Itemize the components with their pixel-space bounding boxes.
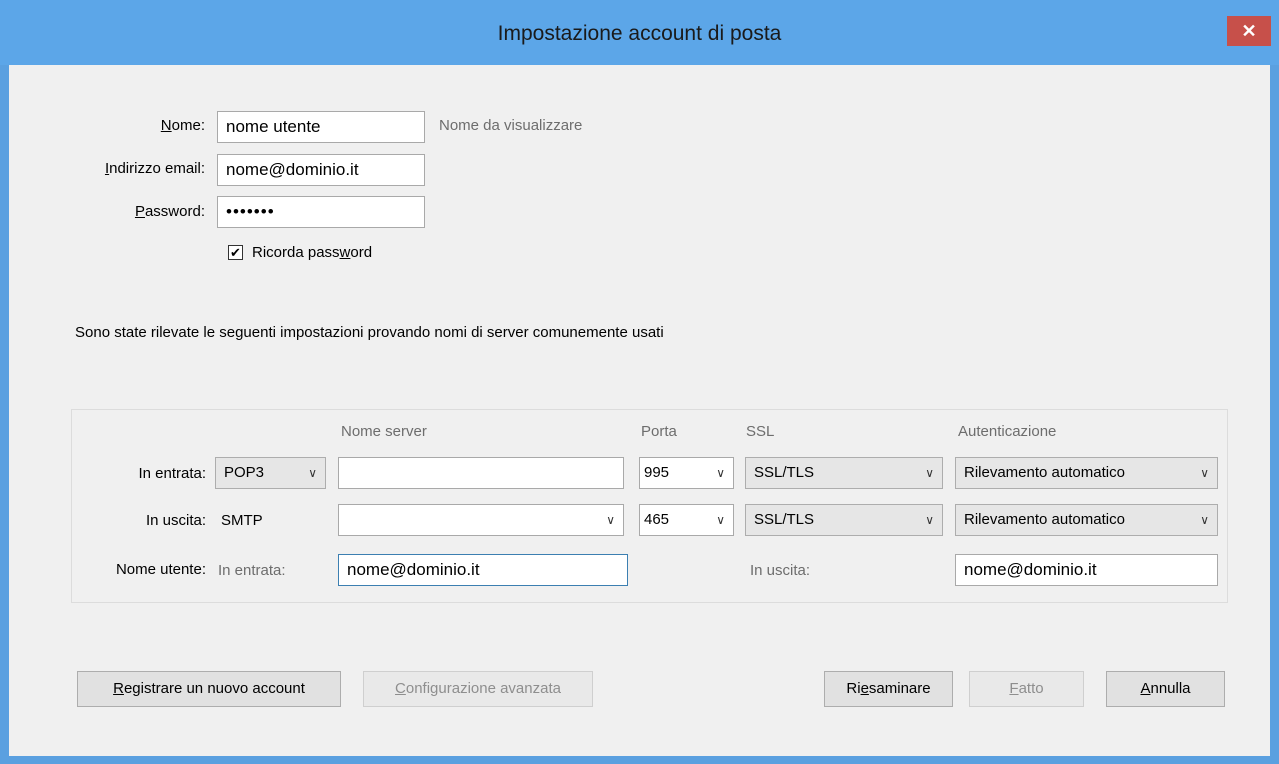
outgoing-label: In uscita: <box>145 512 206 529</box>
password-label: Password: <box>134 203 205 220</box>
chevron-down-icon: ∨ <box>716 513 725 527</box>
outgoing-ssl-value: SSL/TLS <box>754 511 815 528</box>
chevron-down-icon: ∨ <box>1200 513 1209 527</box>
advanced-config-button[interactable]: Configurazione avanzata <box>363 671 593 707</box>
incoming-server-input[interactable] <box>338 457 624 489</box>
header-port: Porta <box>641 423 677 440</box>
title-bar[interactable]: Impostazione account di posta ✕ <box>0 0 1279 65</box>
chevron-down-icon: ∨ <box>925 466 934 480</box>
header-ssl: SSL <box>746 423 775 440</box>
incoming-auth-select[interactable]: Rilevamento automatico ∨ <box>955 457 1218 489</box>
close-icon: ✕ <box>1241 21 1257 41</box>
outgoing-ssl-select[interactable]: SSL/TLS ∨ <box>745 504 943 536</box>
retest-button[interactable]: Riesaminare <box>824 671 953 707</box>
detected-settings-message: Sono state rilevate le seguenti impostaz… <box>75 324 664 341</box>
incoming-protocol-value: POP3 <box>224 464 265 481</box>
username-outgoing-label: In uscita: <box>750 562 811 579</box>
incoming-label: In entrata: <box>138 465 206 482</box>
incoming-port-value: 995 <box>644 464 670 481</box>
chevron-down-icon: ∨ <box>925 513 934 527</box>
outgoing-auth-select[interactable]: Rilevamento automatico ∨ <box>955 504 1218 536</box>
chevron-down-icon: ∨ <box>606 513 615 527</box>
incoming-ssl-value: SSL/TLS <box>754 464 815 481</box>
header-server-name: Nome server <box>341 423 427 440</box>
username-label: Nome utente: <box>115 561 206 578</box>
name-label: Nome: <box>160 117 205 134</box>
close-button[interactable]: ✕ <box>1227 16 1271 46</box>
done-button[interactable]: Fatto <box>969 671 1084 707</box>
username-incoming-input[interactable]: nome@dominio.it <box>338 554 628 586</box>
password-field[interactable]: ••••••• <box>217 196 425 228</box>
dialog-body: Nome: nome utente Nome da visualizzare I… <box>9 65 1270 756</box>
chevron-down-icon: ∨ <box>716 466 725 480</box>
window-title: Impostazione account di posta <box>497 22 782 45</box>
cancel-button[interactable]: Annulla <box>1106 671 1225 707</box>
mail-account-setup-window: Impostazione account di posta ✕ Nome: no… <box>0 0 1279 764</box>
incoming-auth-value: Rilevamento automatico <box>964 464 1125 481</box>
chevron-down-icon: ∨ <box>308 466 317 480</box>
header-authentication: Autenticazione <box>958 423 1057 440</box>
outgoing-port-select[interactable]: 465 ∨ <box>639 504 734 536</box>
register-new-account-button[interactable]: Registrare un nuovo account <box>77 671 341 707</box>
incoming-protocol-select[interactable]: POP3 ∨ <box>215 457 326 489</box>
remember-password-checkbox[interactable]: ✔ <box>228 245 243 260</box>
incoming-port-select[interactable]: 995 ∨ <box>639 457 734 489</box>
name-hint: Nome da visualizzare <box>439 117 583 134</box>
outgoing-auth-value: Rilevamento automatico <box>964 511 1125 528</box>
name-field[interactable]: nome utente <box>217 111 425 143</box>
remember-password-label: Ricorda password <box>252 244 373 261</box>
email-label: Indirizzo email: <box>104 160 205 177</box>
chevron-down-icon: ∨ <box>1200 466 1209 480</box>
email-field[interactable]: nome@dominio.it <box>217 154 425 186</box>
outgoing-protocol: SMTP <box>221 512 263 529</box>
outgoing-port-value: 465 <box>644 511 670 528</box>
username-incoming-label: In entrata: <box>218 562 286 579</box>
outgoing-server-select[interactable]: ∨ <box>338 504 624 536</box>
username-outgoing-input[interactable]: nome@dominio.it <box>955 554 1218 586</box>
incoming-ssl-select[interactable]: SSL/TLS ∨ <box>745 457 943 489</box>
